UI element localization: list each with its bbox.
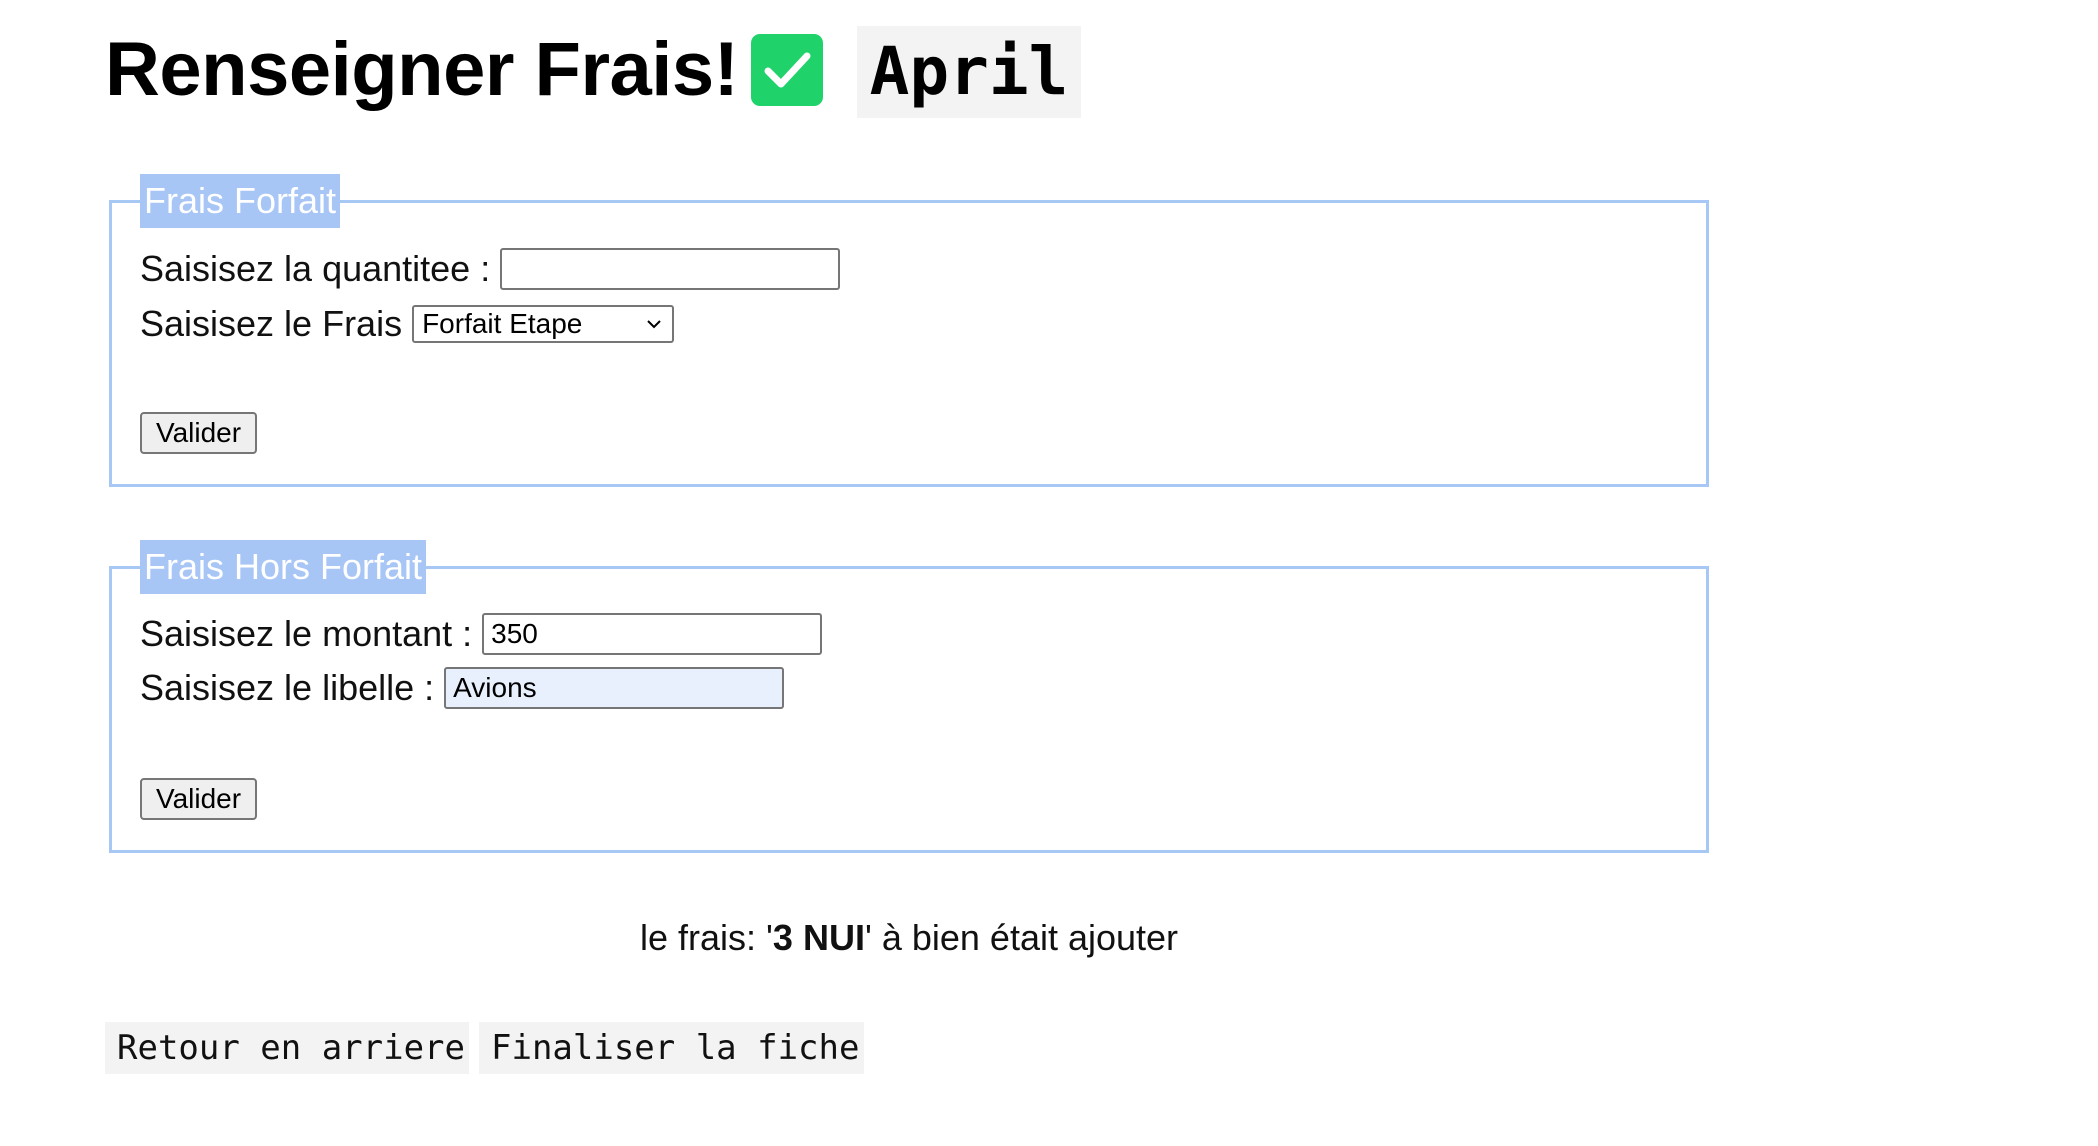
frais-select[interactable]: Forfait Etape bbox=[412, 305, 675, 343]
frais-label: Saisisez le Frais bbox=[140, 303, 403, 344]
quantite-row: Saisisez la quantitee : bbox=[140, 246, 841, 292]
montant-input[interactable]: 350 bbox=[482, 613, 823, 655]
status-message: le frais: '3 NUI' à bien était ajouter bbox=[640, 915, 1178, 961]
libelle-label: Saisisez le libelle : bbox=[140, 667, 435, 708]
check-mark-icon bbox=[751, 34, 823, 106]
status-message-highlight: 3 NUI bbox=[772, 917, 865, 958]
frais-hors-forfait-fieldset: Frais Hors Forfait Saisisez le montant :… bbox=[109, 540, 1709, 853]
retour-link[interactable]: Retour en arriere bbox=[105, 1022, 469, 1074]
montant-label: Saisisez le montant : bbox=[140, 613, 473, 654]
month-badge: April bbox=[857, 26, 1081, 118]
frais-row: Saisisez le Frais Forfait Etape bbox=[140, 301, 675, 347]
status-message-suffix: ' à bien était ajouter bbox=[864, 917, 1179, 958]
chevron-down-icon bbox=[647, 320, 661, 329]
quantite-input[interactable] bbox=[500, 248, 841, 290]
frais-forfait-legend: Frais Forfait bbox=[140, 174, 341, 228]
frais-hors-forfait-legend: Frais Hors Forfait bbox=[140, 540, 427, 594]
montant-row: Saisisez le montant : 350 bbox=[140, 611, 823, 657]
valider-forfait-button[interactable]: Valider bbox=[140, 412, 258, 454]
frais-select-value: Forfait Etape bbox=[422, 308, 583, 339]
libelle-input[interactable]: Avions bbox=[444, 667, 785, 709]
page-title: Renseigner Frais! bbox=[105, 27, 739, 112]
valider-hors-forfait-button[interactable]: Valider bbox=[140, 778, 258, 820]
libelle-row: Saisisez le libelle : Avions bbox=[140, 665, 785, 711]
frais-forfait-fieldset: Frais Forfait Saisisez la quantitee : Sa… bbox=[109, 174, 1709, 487]
finaliser-link[interactable]: Finaliser la fiche bbox=[479, 1022, 864, 1074]
quantite-label: Saisisez la quantitee : bbox=[140, 248, 491, 289]
status-message-prefix: le frais: ' bbox=[640, 917, 773, 958]
